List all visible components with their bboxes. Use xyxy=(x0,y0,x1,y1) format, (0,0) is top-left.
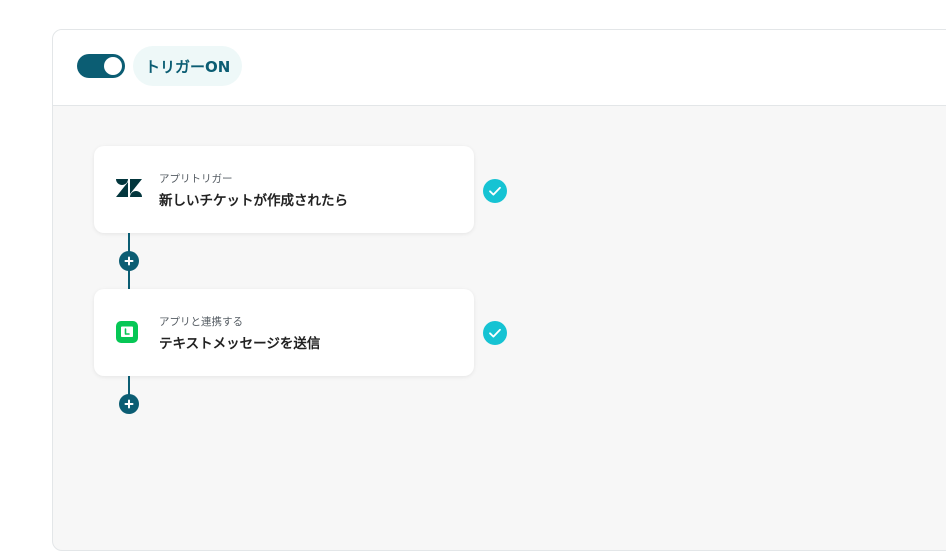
step-type-label: アプリと連携する xyxy=(159,316,243,328)
step-complete-check-icon xyxy=(483,179,507,203)
zendesk-icon xyxy=(116,178,142,202)
step-title: 新しいチケットが作成されたら xyxy=(159,193,348,209)
flow-editor-panel: トリガーON アプリトリガー 新しいチケットが作成されたら アプリと連携する テ… xyxy=(52,29,946,551)
add-step-button[interactable] xyxy=(119,251,139,271)
add-step-button[interactable] xyxy=(119,394,139,414)
step-complete-check-icon xyxy=(483,321,507,345)
trigger-toggle[interactable] xyxy=(77,54,125,78)
toggle-knob xyxy=(104,57,122,75)
trigger-status-badge: トリガーON xyxy=(133,46,243,86)
flow-step-action-card[interactable]: アプリと連携する テキストメッセージを送信 xyxy=(94,289,474,376)
step-title: テキストメッセージを送信 xyxy=(159,336,321,352)
flow-step-trigger-card[interactable]: アプリトリガー 新しいチケットが作成されたら xyxy=(94,146,474,233)
step-type-label: アプリトリガー xyxy=(159,173,233,185)
flow-header: トリガーON xyxy=(53,30,946,106)
line-icon xyxy=(116,321,140,345)
